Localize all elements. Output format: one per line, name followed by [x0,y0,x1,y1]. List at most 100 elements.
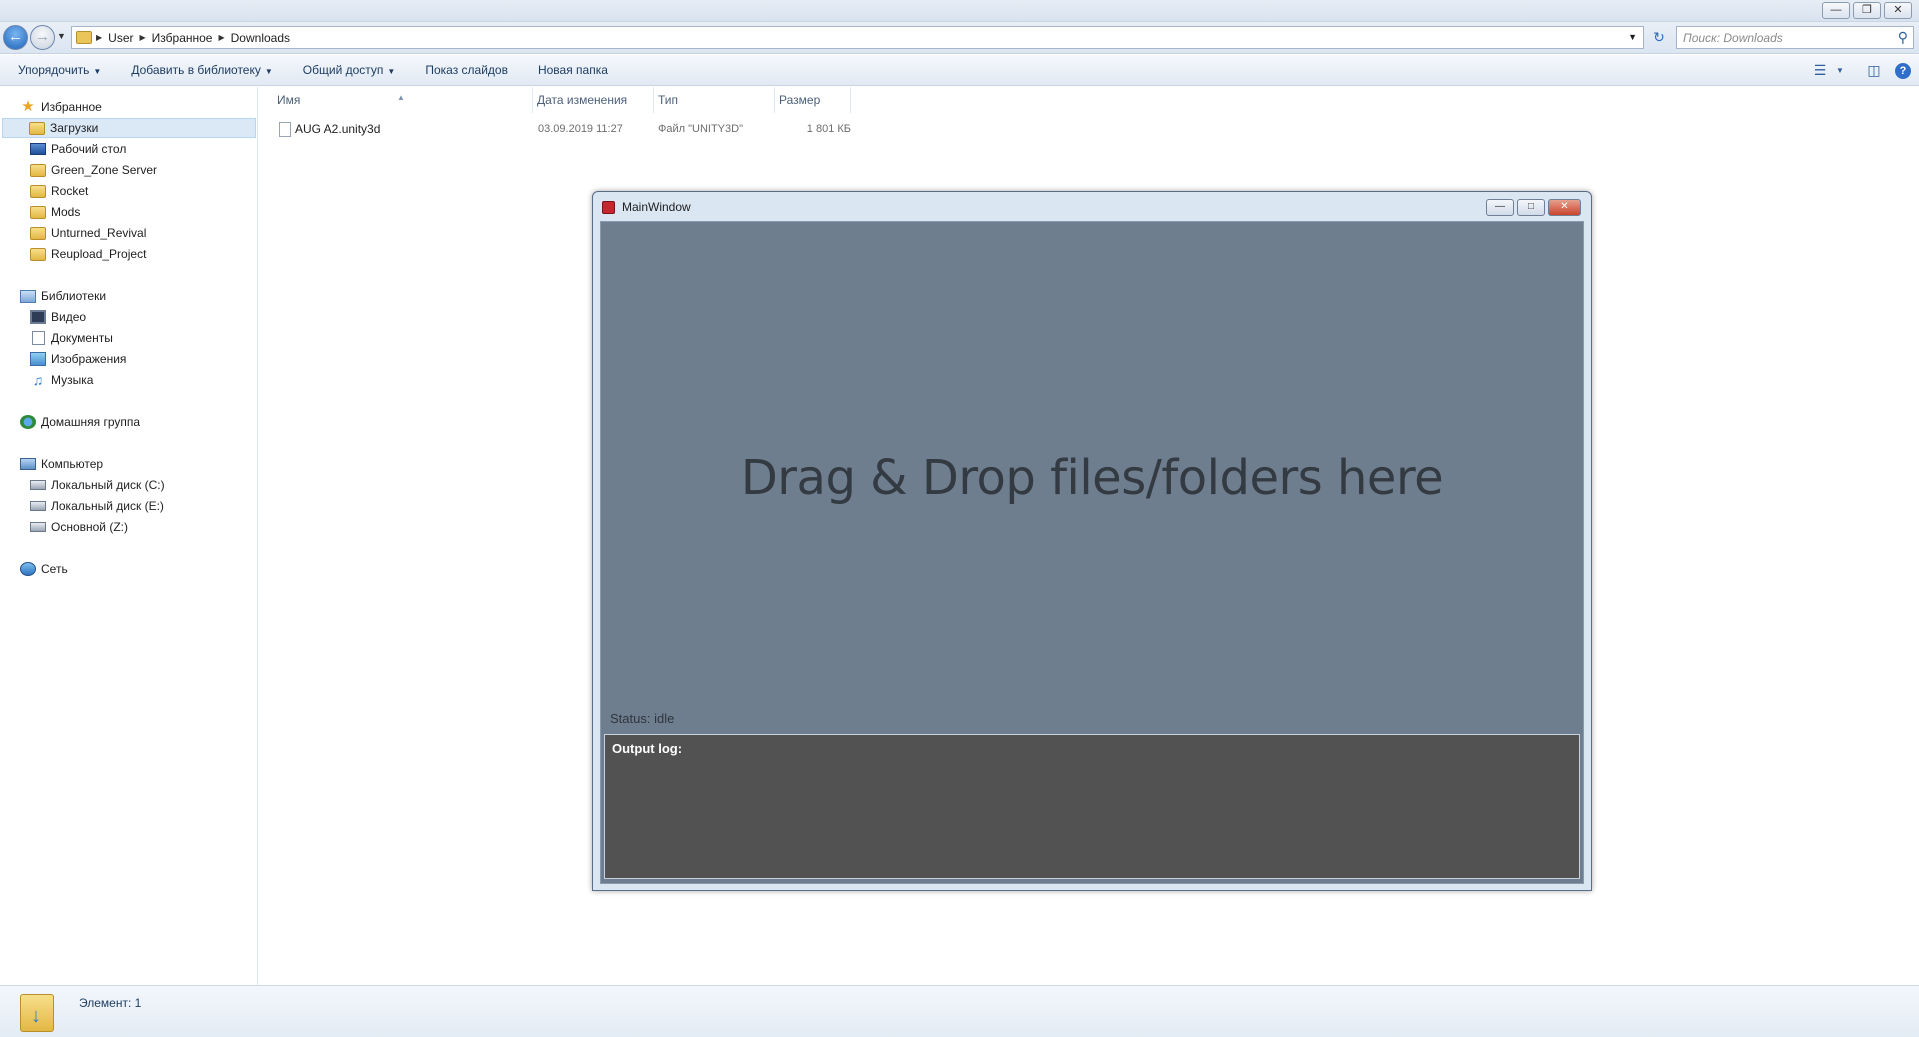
column-header-type[interactable]: Тип [654,87,775,113]
breadcrumb-favorites[interactable]: Избранное [152,31,213,45]
help-icon[interactable]: ? [1895,62,1911,79]
nav-item-video[interactable]: Видео [30,307,86,327]
file-type-cell: Файл "UNITY3D" [658,123,743,135]
nav-item-drive-e[interactable]: Локальный диск (E:) [30,496,164,516]
breadcrumb-user[interactable]: User [108,31,133,45]
refresh-icon[interactable]: ↻ [1648,27,1670,48]
nav-item-documents[interactable]: Документы [30,328,113,348]
nav-label: Загрузки [50,121,99,135]
maximize-button[interactable]: □ [1517,199,1545,216]
file-modified-cell: 03.09.2019 11:27 [538,123,623,135]
nav-label: Домашняя группа [41,415,141,429]
explorer-close-button[interactable]: ✕ [1884,2,1912,19]
main-window-title-bar[interactable]: MainWindow — □ ✕ [593,192,1591,220]
nav-item-rocket[interactable]: Rocket [30,181,88,201]
column-header-name[interactable]: Имя ▲ [259,87,533,113]
nav-item-unturned-revival[interactable]: Unturned_Revival [30,223,146,243]
history-dropdown-icon[interactable]: ▼ [57,31,66,41]
nav-label: Рабочий стол [51,142,127,156]
explorer-title-bar: — ❐ ✕ [0,0,1919,22]
column-label: Дата изменения [537,93,628,107]
nav-label: Сеть [41,562,68,576]
view-dropdown-icon[interactable]: ▼ [1833,66,1847,75]
nav-libraries[interactable]: Библиотеки [20,286,106,306]
back-button[interactable]: ← [3,25,28,50]
drop-zone[interactable]: Drag & Drop files/folders here Status: i… [600,221,1584,884]
add-to-library-label: Добавить в библиотеку [131,63,261,77]
nav-label: Документы [51,331,113,345]
nav-label: Unturned_Revival [51,226,147,240]
nav-item-drive-c[interactable]: Локальный диск (C:) [30,475,165,495]
video-icon [30,310,46,324]
command-bar: Упорядочить ▼ Добавить в библиотеку ▼ Общи… [0,55,1919,86]
nav-label: Локальный диск (E:) [51,499,164,513]
nav-item-mods[interactable]: Mods [30,202,80,222]
nav-homegroup[interactable]: Домашняя группа [20,412,140,432]
slideshow-button[interactable]: Показ слайдов [410,63,523,77]
organize-label: Упорядочить [18,63,90,77]
nav-network[interactable]: Сеть [20,559,68,579]
new-folder-label: Новая папка [537,63,608,77]
computer-icon [20,458,36,470]
nav-label: Изображения [51,352,127,366]
nav-item-downloads[interactable]: Загрузки [2,118,256,138]
close-button[interactable]: ✕ [1548,199,1581,216]
view-options-icon[interactable]: ☰ [1807,62,1833,79]
nav-item-desktop[interactable]: Рабочий стол [30,139,126,159]
status-bar: ↓ Элемент: 1 [0,985,1919,1037]
explorer-minimize-button[interactable]: — [1822,2,1850,19]
breadcrumb-separator-icon[interactable]: ▶ [96,33,102,42]
share-button[interactable]: Общий доступ ▼ [288,63,411,77]
drive-icon [30,480,46,490]
nav-item-drive-z[interactable]: Основной (Z:) [30,517,128,537]
network-drive-icon [30,522,46,532]
chevron-down-icon: ▼ [264,67,273,76]
nav-label: Музыка [51,373,94,387]
chevron-down-icon: ▼ [387,67,396,76]
add-to-library-button[interactable]: Добавить в библиотеку ▼ [116,63,287,77]
drop-zone-label: Drag & Drop files/folders here [740,450,1444,506]
output-log[interactable]: Output log: [604,734,1580,879]
column-header-size[interactable]: Размер [775,87,851,113]
item-count: Элемент: 1 [79,996,142,1010]
nav-favorites[interactable]: ★ Избранное [20,97,102,117]
breadcrumb-downloads[interactable]: Downloads [231,31,290,45]
image-icon [30,352,46,366]
file-name-cell[interactable]: AUG A2.unity3d [279,120,380,138]
search-input[interactable]: Поиск: Downloads ⚲ [1676,26,1914,49]
nav-computer[interactable]: Компьютер [20,454,103,474]
output-log-label: Output log: [612,741,683,756]
nav-item-green-zone-server[interactable]: Green_Zone Server [30,160,157,180]
new-folder-button[interactable]: Новая папка [523,63,623,77]
main-window[interactable]: MainWindow — □ ✕ Drag & Drop files/folde… [592,191,1592,891]
slideshow-label: Показ слайдов [425,63,508,77]
forward-button[interactable]: → [30,25,55,50]
preview-pane-icon[interactable]: ◫ [1861,62,1887,79]
app-icon [602,201,615,214]
nav-item-music[interactable]: ♫ Музыка [30,370,94,390]
file-size-cell: 1 801 КБ [806,123,851,135]
address-bar[interactable]: ▶ User ▶ Избранное ▶ Downloads ▼ [71,26,1644,49]
nav-label: Reupload_Project [51,247,147,261]
file-icon [279,121,291,137]
nav-item-images[interactable]: Изображения [30,349,126,369]
search-icon[interactable]: ⚲ [1898,29,1908,46]
nav-label: Локальный диск (C:) [51,478,165,492]
nav-item-reupload-project[interactable]: Reupload_Project [30,244,146,264]
toolbar-right-group: ☰ ▼ ◫ ? [1807,55,1919,86]
address-dropdown-icon[interactable]: ▼ [1628,32,1637,42]
nav-label: Green_Zone Server [51,163,158,177]
breadcrumb-separator-icon[interactable]: ▶ [140,33,146,42]
status-text: Status: idle [610,711,675,726]
explorer-restore-button[interactable]: ❐ [1853,2,1881,19]
minimize-button[interactable]: — [1486,199,1514,216]
column-header-modified[interactable]: Дата изменения [533,87,654,113]
search-placeholder: Поиск: Downloads [1683,31,1783,45]
nav-label: Rocket [51,184,89,198]
folder-icon [30,226,46,240]
organize-button[interactable]: Упорядочить ▼ [0,63,116,77]
homegroup-icon [20,415,36,429]
folder-icon [30,205,46,219]
star-icon: ★ [21,98,35,115]
breadcrumb-separator-icon[interactable]: ▶ [218,33,224,42]
